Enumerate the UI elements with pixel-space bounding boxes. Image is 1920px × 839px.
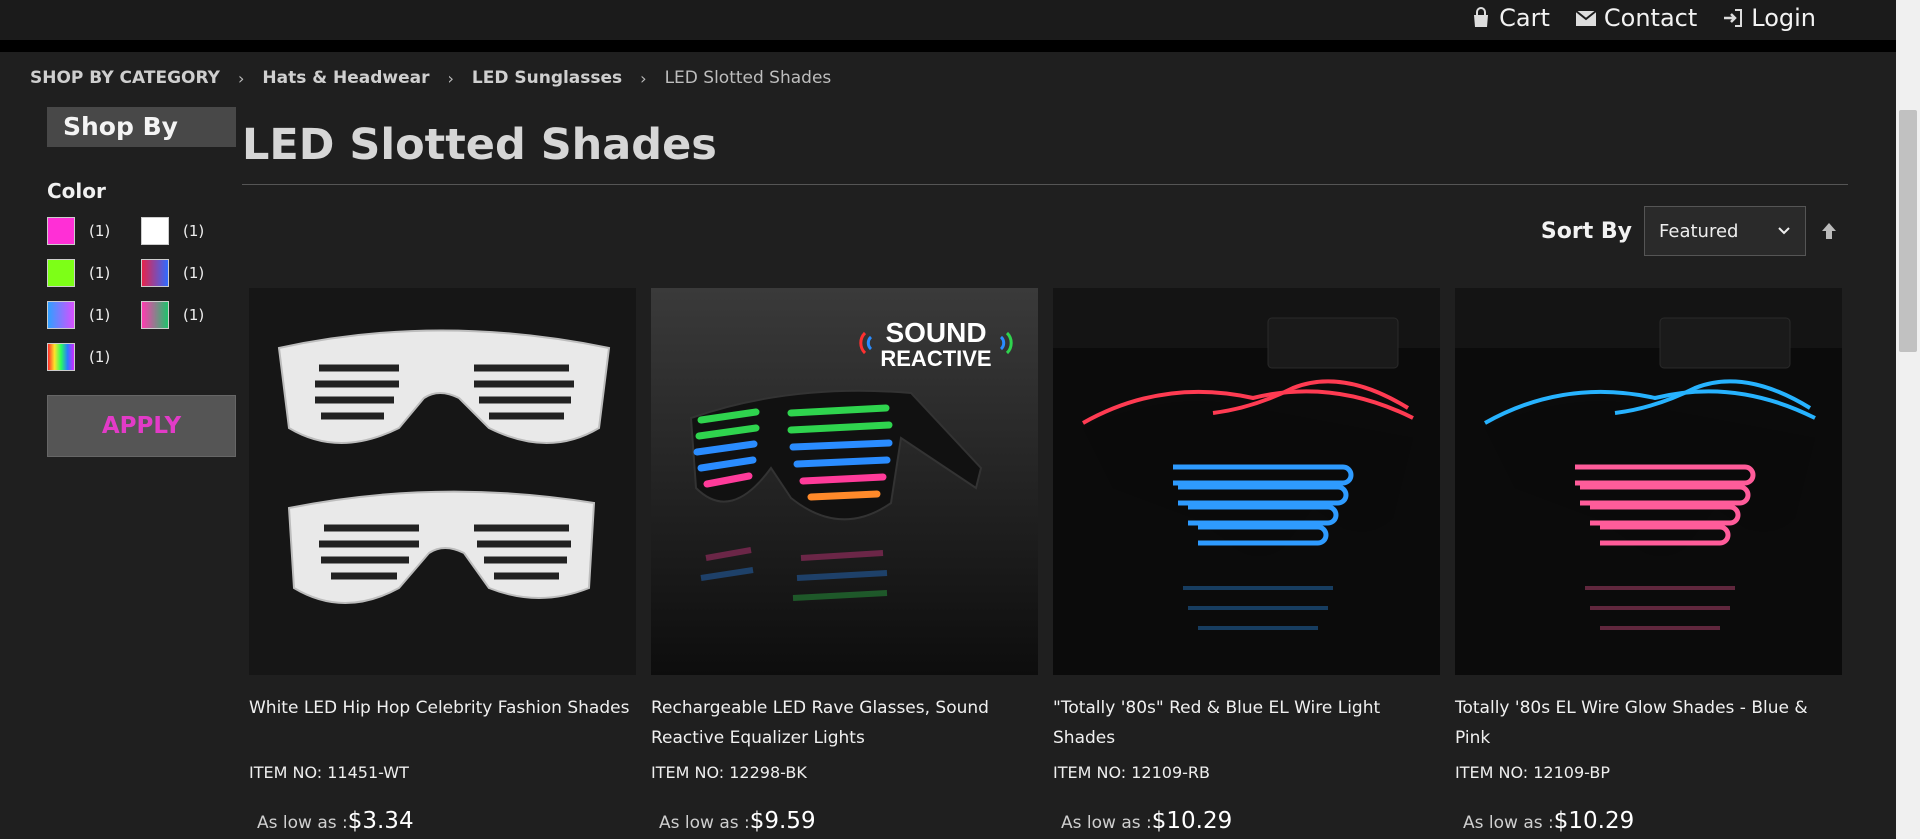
swatch-count: (1): [183, 306, 205, 324]
product-image-white-shades[interactable]: [249, 288, 636, 675]
color-filter-title: Color: [47, 179, 106, 203]
product-name[interactable]: Rechargeable LED Rave Glasses, Sound Rea…: [651, 693, 1038, 753]
contact-link[interactable]: Contact: [1574, 4, 1697, 32]
header-divider: [0, 40, 1896, 52]
price-amount: $9.59: [749, 808, 816, 834]
page-title: LED Slotted Shades: [242, 120, 717, 170]
swatch-count: (1): [89, 222, 111, 240]
product-item-number: ITEM NO: 12298-BK: [651, 763, 807, 782]
swatch-count: (1): [89, 306, 111, 324]
swatch-count: (1): [183, 222, 205, 240]
red-blue-el-shades-illustration: [1053, 288, 1440, 675]
price-amount: $10.29: [1553, 808, 1635, 834]
product-name[interactable]: "Totally '80s" Red & Blue EL Wire Light …: [1053, 693, 1440, 753]
sign-in-icon: [1724, 9, 1743, 27]
breadcrumb-shop-by-category[interactable]: SHOP BY CATEGORY: [30, 68, 220, 88]
login-label: Login: [1751, 4, 1816, 32]
contact-label: Contact: [1603, 4, 1698, 32]
breadcrumb-current: LED Slotted Shades: [664, 68, 832, 88]
product-name[interactable]: White LED Hip Hop Celebrity Fashion Shad…: [249, 693, 636, 753]
product-card: White LED Hip Hop Celebrity Fashion Shad…: [249, 288, 636, 834]
scrollbar-thumb[interactable]: [1899, 110, 1917, 352]
product-price: As low as :$10.29: [1455, 808, 1842, 834]
sound-badge-line1: SOUND: [885, 317, 986, 348]
price-prefix: As low as :: [659, 813, 750, 833]
color-swatches: (1) (1) (1) (1) (1) (1) (1): [47, 217, 236, 371]
chevron-right-icon: ›: [447, 68, 454, 88]
cart-link[interactable]: Cart: [1469, 4, 1550, 32]
product-name[interactable]: Totally '80s EL Wire Glow Shades - Blue …: [1455, 693, 1842, 753]
shop-by-heading: Shop By: [47, 107, 236, 147]
swatch-count: (1): [89, 264, 111, 282]
price-prefix: As low as :: [1463, 813, 1554, 833]
price-amount: $3.34: [347, 808, 414, 834]
product-card: SOUND REACTIVE Rechargeable LED Rave Gla…: [651, 288, 1038, 834]
page-scrollbar[interactable]: [1896, 0, 1920, 839]
chevron-right-icon: ›: [237, 68, 245, 88]
title-divider: [242, 184, 1848, 185]
sort-select[interactable]: Featured: [1644, 206, 1806, 256]
swatch-color: [141, 301, 169, 329]
swatch-count: (1): [183, 264, 205, 282]
price-prefix: As low as :: [1061, 813, 1152, 833]
swatch-white[interactable]: (1): [141, 217, 235, 245]
sound-badge-line2: REACTIVE: [880, 346, 991, 371]
chevron-down-icon: [1778, 227, 1790, 235]
product-item-number: ITEM NO: 12109-RB: [1053, 763, 1211, 782]
swatch-color: [47, 301, 75, 329]
swatch-color: [141, 259, 169, 287]
sort-selected-value: Featured: [1659, 220, 1739, 242]
product-item-number: ITEM NO: 11451-WT: [249, 763, 409, 782]
swatch-rainbow[interactable]: (1): [47, 343, 141, 371]
sort-label: Sort By: [1540, 218, 1632, 244]
swatch-pink-green[interactable]: (1): [141, 301, 235, 329]
breadcrumb-hats-headwear[interactable]: Hats & Headwear: [262, 68, 429, 88]
swatch-count: (1): [89, 348, 111, 366]
cart-icon: [1474, 7, 1489, 27]
filter-sidebar: Shop By Color (1) (1) (1) (1) (1) (1) (1…: [47, 107, 236, 457]
top-bar: Cart Contact Login: [0, 0, 1896, 40]
cart-label: Cart: [1499, 4, 1550, 32]
product-card: Totally '80s EL Wire Glow Shades - Blue …: [1455, 288, 1842, 834]
swatch-red-blue[interactable]: (1): [141, 259, 235, 287]
swatch-pink[interactable]: (1): [47, 217, 141, 245]
product-image-red-blue-el-shades[interactable]: [1053, 288, 1440, 675]
sort-direction-icon[interactable]: [1818, 220, 1840, 242]
envelope-icon: [1575, 10, 1597, 26]
product-grid: White LED Hip Hop Celebrity Fashion Shad…: [249, 288, 1842, 834]
apply-button[interactable]: APPLY: [47, 395, 236, 457]
price-prefix: As low as :: [257, 813, 348, 833]
header-links: Cart Contact Login: [1469, 4, 1816, 32]
swatch-color: [47, 343, 75, 371]
product-card: "Totally '80s" Red & Blue EL Wire Light …: [1053, 288, 1440, 834]
rave-glasses-illustration: SOUND REACTIVE: [651, 288, 1038, 675]
sort-control: Sort By Featured: [1541, 206, 1840, 256]
breadcrumb: SHOP BY CATEGORY › Hats & Headwear › LED…: [30, 68, 831, 88]
product-image-blue-pink-el-shades[interactable]: [1455, 288, 1842, 675]
product-item-number: ITEM NO: 12109-BP: [1455, 763, 1610, 782]
product-price: As low as :$3.34: [249, 808, 636, 834]
product-price: As low as :$10.29: [1053, 808, 1440, 834]
breadcrumb-led-sunglasses[interactable]: LED Sunglasses: [472, 68, 622, 88]
swatch-green[interactable]: (1): [47, 259, 141, 287]
white-shades-illustration: [249, 288, 636, 675]
product-price: As low as :$9.59: [651, 808, 1038, 834]
swatch-color: [47, 259, 75, 287]
chevron-right-icon: ›: [640, 68, 647, 88]
blue-pink-el-shades-illustration: [1455, 288, 1842, 675]
product-image-rave-glasses[interactable]: SOUND REACTIVE: [651, 288, 1038, 675]
price-amount: $10.29: [1151, 808, 1233, 834]
login-link[interactable]: Login: [1721, 4, 1816, 32]
swatch-blue-purple[interactable]: (1): [47, 301, 141, 329]
swatch-color: [47, 217, 75, 245]
swatch-color: [141, 217, 169, 245]
